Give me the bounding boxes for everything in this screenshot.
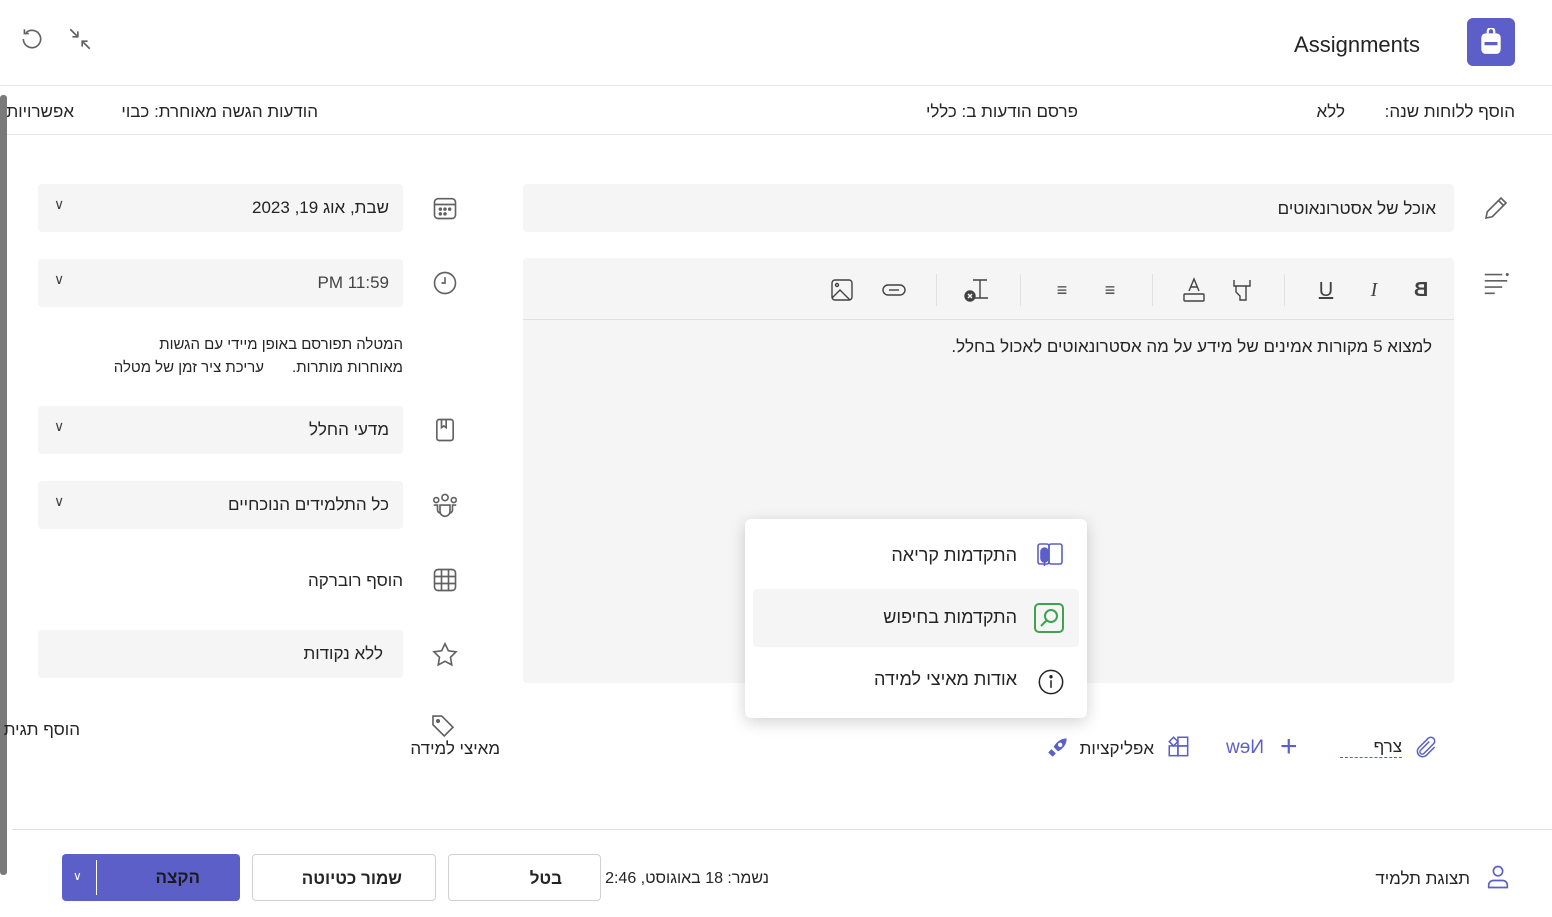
divider (12, 829, 1552, 830)
learning-accelerators-menu: התקדמות קריאה התקדמות בחיפוש אודות מאיצי… (745, 519, 1087, 718)
chevron-down-icon: ∨ (54, 196, 65, 212)
schedule-note: המטלה תפורסם באופן מיידי עם הגשות (159, 336, 403, 353)
apps-icon (1163, 731, 1195, 763)
chevron-down-icon[interactable]: ∨ (73, 869, 82, 883)
chevron-down-icon: ∨ (54, 418, 65, 434)
divider (0, 85, 1552, 86)
students-dropdown[interactable]: כל התלמידים הנוכחיים ∨ (38, 481, 403, 529)
apps-button[interactable]: אפליקציות (1080, 739, 1154, 759)
toolbar-separator (936, 274, 937, 306)
clock-icon (429, 267, 461, 299)
scrollbar[interactable] (0, 95, 7, 875)
due-time-picker[interactable]: 11:59 PM ∨ (38, 259, 403, 307)
person-icon (1482, 861, 1514, 893)
toolbar-separator (1020, 274, 1021, 306)
add-to-calendar-label: הוסף ללוחות שנה: (1384, 102, 1515, 121)
collapse-icon[interactable] (64, 23, 96, 55)
assignments-logo (1467, 18, 1515, 66)
late-notifications-setting[interactable]: הודעות הגשה מאוחרת: כבוי (121, 102, 318, 122)
toolbar-separator (1284, 274, 1285, 306)
italic-icon[interactable]: I (1360, 276, 1388, 304)
toolbar-divider (523, 319, 1454, 320)
menu-item-label: התקדמות קריאה (891, 545, 1017, 565)
paperclip-icon (1410, 731, 1442, 763)
numbered-list-icon[interactable]: ≡ (1048, 276, 1076, 304)
reading-progress-icon (1035, 540, 1065, 570)
students-value: כל התלמידים הנוכחיים (228, 495, 389, 514)
link-icon[interactable] (880, 276, 908, 304)
menu-item-label: אודות מאיצי למידה (874, 669, 1017, 689)
discard-button[interactable]: בטל (448, 854, 601, 901)
font-color-icon[interactable] (1180, 276, 1208, 304)
star-icon (429, 639, 461, 671)
chevron-down-icon: ∨ (54, 271, 65, 287)
split-divider (96, 860, 97, 895)
chevron-down-icon: ∨ (54, 493, 65, 509)
toolbar-separator (1152, 274, 1153, 306)
menu-item-reading-progress[interactable]: התקדמות קריאה (753, 527, 1079, 585)
save-draft-label: שמור כטיוטה (301, 869, 402, 888)
app-title: Assignments (1294, 32, 1420, 57)
due-date-picker[interactable]: שבת, אוג 19, 2023 ∨ (38, 184, 403, 232)
edit-timeline-link[interactable]: עריכת ציר זמן של מטלה (114, 359, 264, 376)
search-progress-icon (1033, 602, 1065, 634)
post-notifications-setting[interactable]: פרסם הודעות ב: כללי (926, 102, 1078, 122)
title-value: אוכל של אסטרונאוטים (1277, 199, 1436, 218)
assign-button[interactable]: הקצה ∨ (62, 854, 240, 901)
save-draft-button[interactable]: שמור כטיוטה (252, 854, 436, 901)
new-button[interactable]: New (1226, 737, 1264, 759)
title-input[interactable]: אוכל של אסטרונאוטים (523, 184, 1454, 232)
class-dropdown[interactable]: מדעי החלל ∨ (38, 406, 403, 454)
add-tag-link[interactable]: הוסף תגית (4, 720, 80, 740)
tag-icon (427, 710, 459, 742)
calendar-icon (429, 192, 461, 224)
instructions-text[interactable]: למצוא 5 מקורות אמינים של מידע על מה אסטר… (951, 337, 1432, 357)
menu-item-about[interactable]: אודות מאיצי למידה (753, 651, 1079, 709)
options-link[interactable]: אפשרויות (6, 102, 74, 122)
info-icon (1037, 668, 1065, 696)
plus-icon: + (1280, 730, 1298, 763)
attach-button[interactable]: צרף (1340, 737, 1402, 758)
bullet-list-icon[interactable]: ≡ (1096, 276, 1124, 304)
divider (0, 134, 1552, 135)
pencil-icon (1480, 192, 1512, 224)
image-icon[interactable] (828, 276, 856, 304)
add-rubric-link[interactable]: הוסף רוברקה (308, 571, 403, 591)
assign-label: הקצה (155, 868, 200, 887)
underline-icon[interactable]: U (1312, 276, 1340, 304)
schedule-note-line2: מאוחרות מותרות. (292, 359, 403, 376)
instructions-icon (1480, 266, 1512, 298)
highlight-icon[interactable] (1228, 276, 1256, 304)
rocket-icon (1042, 731, 1074, 763)
rubric-grid-icon (429, 564, 461, 596)
discard-label: בטל (529, 869, 562, 888)
due-time-value: 11:59 PM (317, 273, 389, 292)
learning-accelerators-label[interactable]: מאיצי למידה (410, 739, 500, 759)
points-value: ללא נקודות (303, 644, 383, 663)
due-date-value: שבת, אוג 19, 2023 (252, 198, 389, 217)
people-icon (429, 489, 461, 521)
student-view-button[interactable]: תצוגת תלמיד (1375, 869, 1470, 889)
bold-icon[interactable]: B (1407, 276, 1435, 304)
menu-item-label: התקדמות בחיפוש (883, 607, 1017, 627)
refresh-icon[interactable] (16, 23, 48, 55)
clear-formatting-icon[interactable] (963, 276, 991, 304)
menu-item-search-progress[interactable]: התקדמות בחיפוש (753, 589, 1079, 647)
add-to-calendar-value[interactable]: ללא (1316, 102, 1345, 122)
class-value: מדעי החלל (309, 420, 389, 439)
class-notebook-icon (429, 414, 461, 446)
points-field[interactable]: ללא נקודות (38, 630, 403, 678)
